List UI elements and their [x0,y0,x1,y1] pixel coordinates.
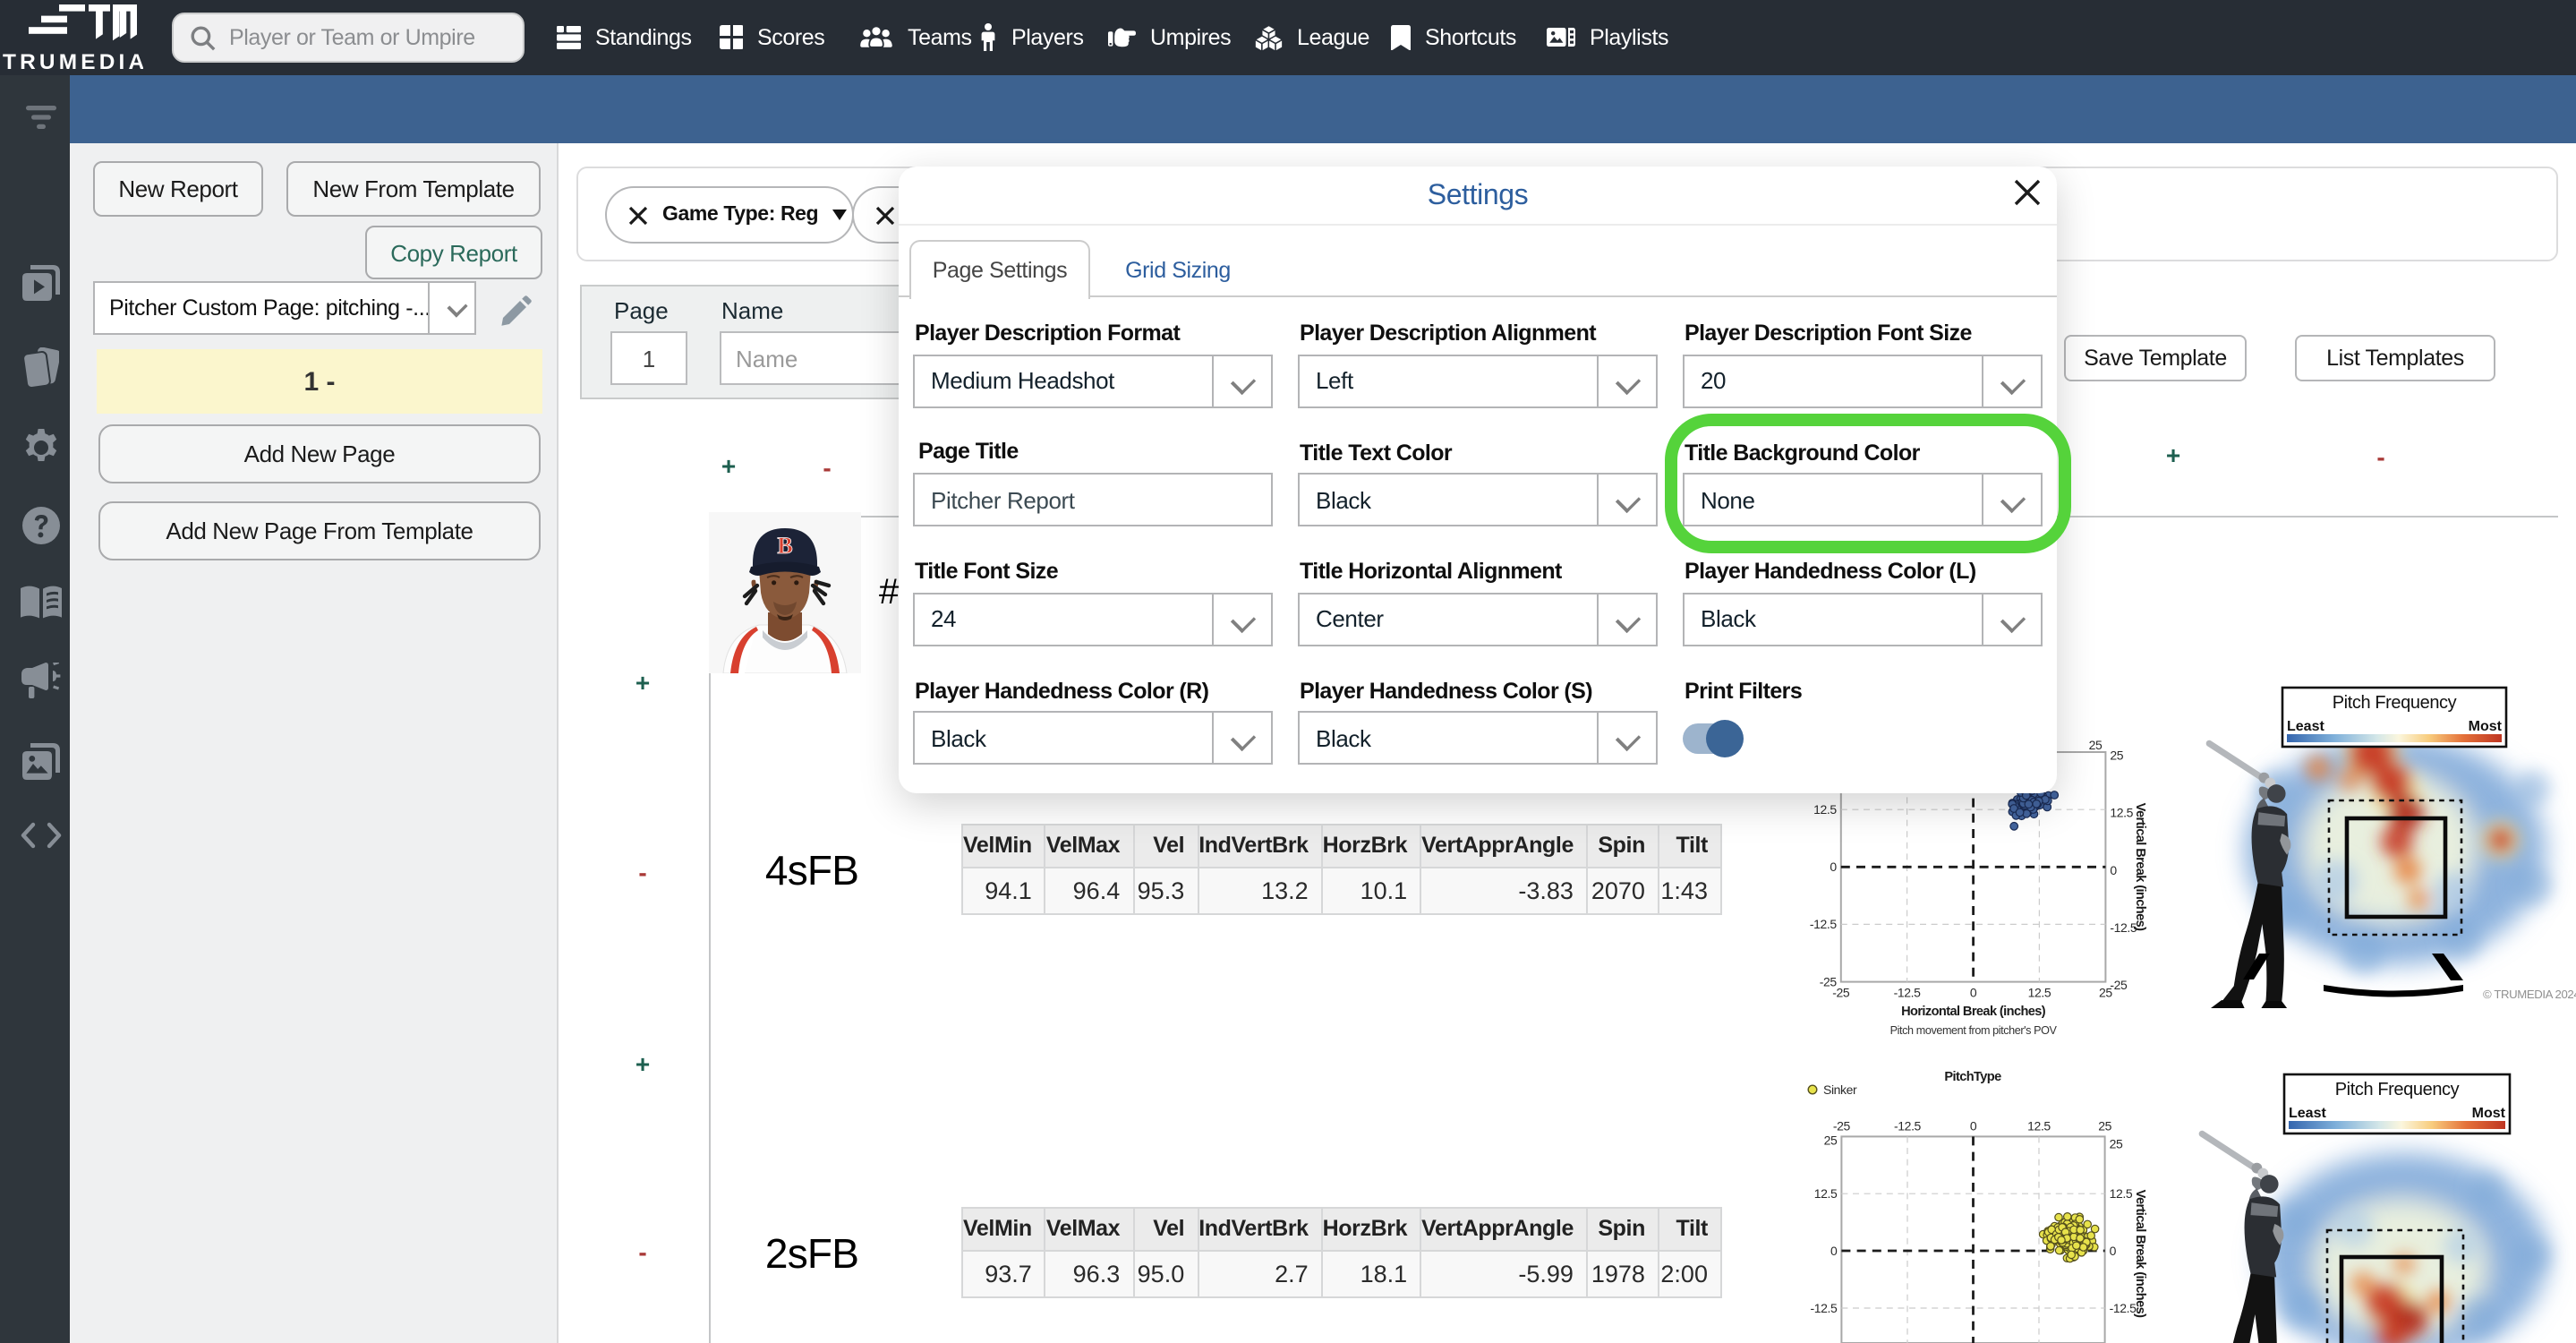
svg-text:0: 0 [2110,1244,2117,1258]
svg-text:12.5: 12.5 [2028,986,2051,1000]
svg-text:-25: -25 [1832,986,1850,1000]
svg-text:TRUMEDIA: TRUMEDIA [3,50,143,74]
svg-text:-12.5: -12.5 [1810,1301,1838,1315]
svg-text:0: 0 [1970,986,1977,1000]
svg-text:25: 25 [1824,1133,1838,1147]
svg-text:Least: Least [2289,1106,2326,1121]
svg-text:12.5: 12.5 [2110,1186,2133,1201]
svg-text:-25: -25 [1833,1118,1851,1133]
svg-text:12.5: 12.5 [1814,1186,1838,1201]
svg-text:0: 0 [2110,863,2117,877]
svg-text:0: 0 [1970,1118,1977,1133]
svg-text:25: 25 [2110,748,2123,762]
svg-text:© TRUMEDIA 2024: © TRUMEDIA 2024 [2483,988,2576,1001]
svg-text:Pitch Frequency: Pitch Frequency [2335,1080,2460,1099]
svg-text:Vertical Break (inches): Vertical Break (inches) [2133,1190,2147,1318]
svg-text:25: 25 [2098,1118,2111,1133]
svg-text:-12.5: -12.5 [1894,1118,1922,1133]
svg-text:PitchType: PitchType [1944,1070,2001,1084]
svg-text:Horizontal Break (inches): Horizontal Break (inches) [1901,1005,2046,1019]
svg-text:0: 0 [1830,860,1837,874]
svg-text:Pitch movement from pitcher's: Pitch movement from pitcher's POV [1890,1024,2058,1037]
svg-text:25: 25 [2089,738,2103,752]
svg-text:Most: Most [2469,719,2503,734]
svg-text:12.5: 12.5 [1813,802,1837,817]
svg-text:Sinker: Sinker [1823,1082,1857,1097]
svg-text:B: B [777,533,792,559]
svg-text:-12.5: -12.5 [1810,917,1838,931]
svg-text:-25: -25 [2110,978,2128,992]
svg-text:Vertical Break (inches): Vertical Break (inches) [2133,803,2147,931]
svg-text:Most: Most [2472,1106,2506,1121]
svg-text:25: 25 [2110,1136,2123,1151]
svg-text:12.5: 12.5 [2110,806,2133,820]
svg-text:Pitch Frequency: Pitch Frequency [2333,693,2457,713]
svg-text:-12.5: -12.5 [1894,986,1922,1000]
svg-text:Least: Least [2287,719,2324,734]
svg-text:12.5: 12.5 [2027,1118,2051,1133]
svg-text:0: 0 [1830,1244,1838,1258]
svg-text:25: 25 [2099,986,2112,1000]
